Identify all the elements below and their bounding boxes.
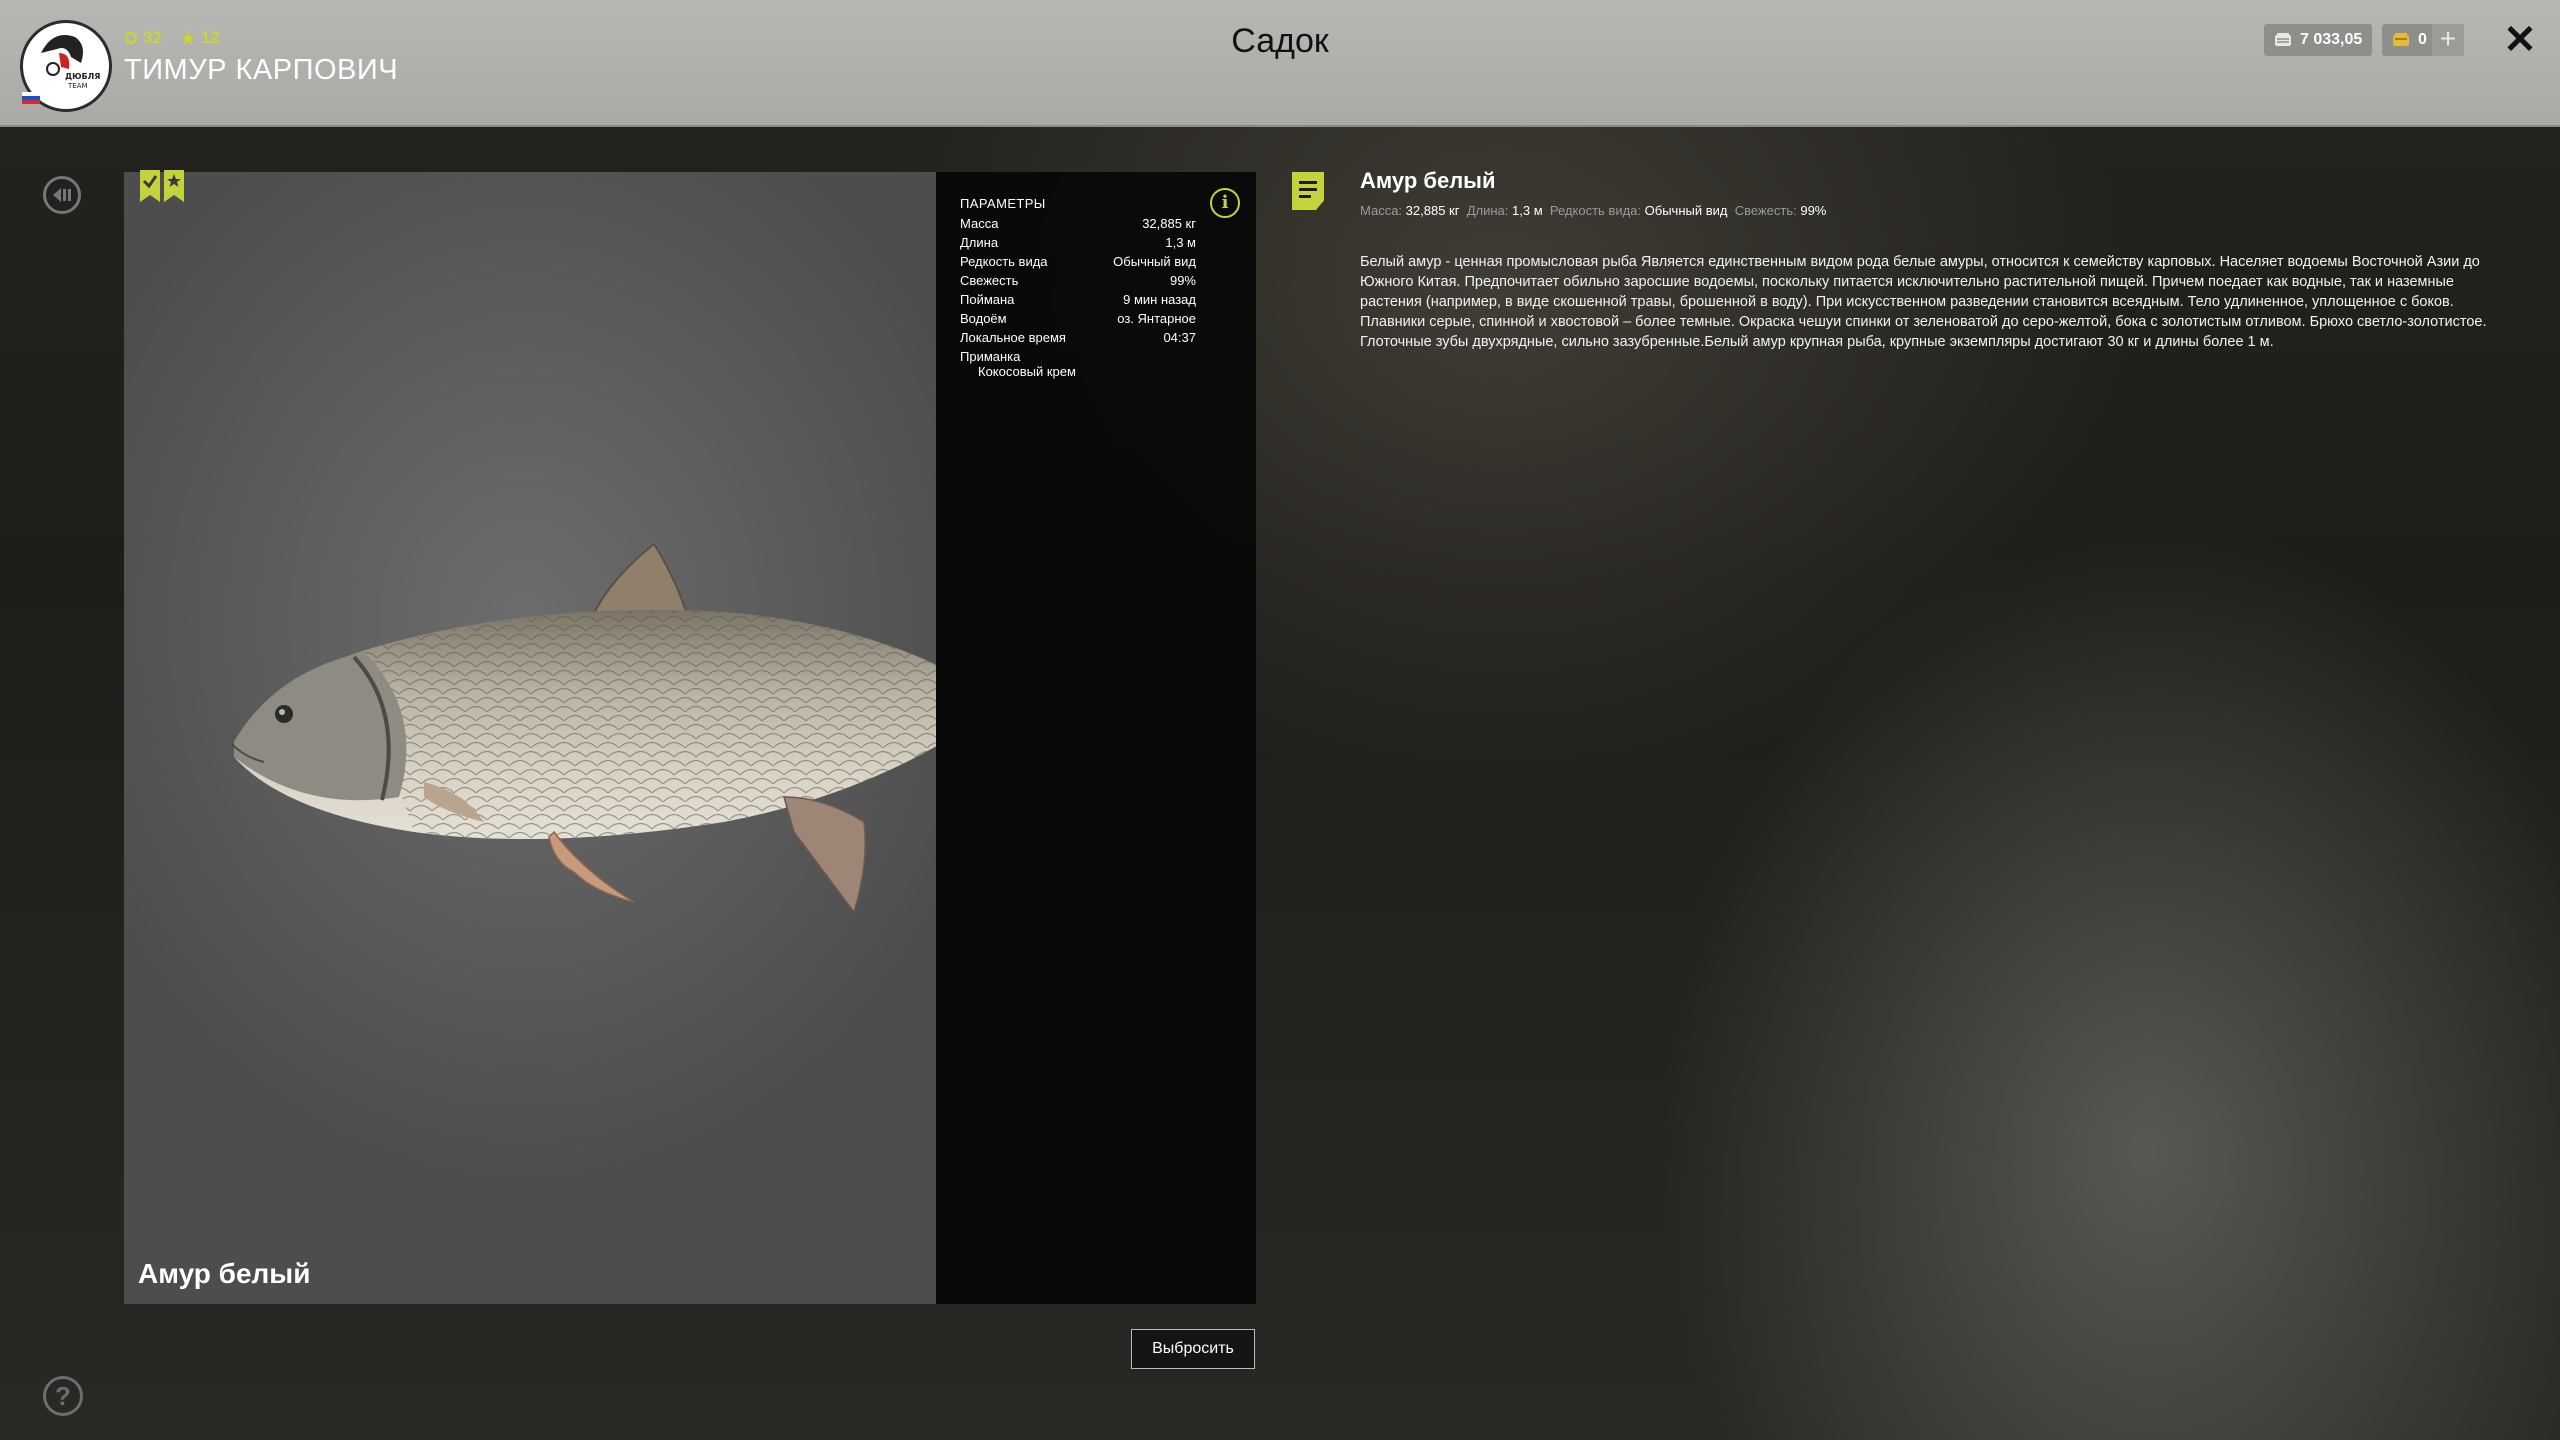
meta-length-value: 1,3 м <box>1512 203 1543 218</box>
meta-mass-value: 32,885 кг <box>1405 203 1460 218</box>
param-row: Локальное время 04:37 <box>960 330 1196 345</box>
param-label: Локальное время <box>960 330 1066 345</box>
param-row: Водоём оз. Янтарное <box>960 311 1196 326</box>
back-button[interactable] <box>43 176 81 214</box>
check-ribbon-icon <box>140 170 160 202</box>
param-row: Поймана 9 мин назад <box>960 292 1196 307</box>
param-row: Свежесть 99% <box>960 273 1196 288</box>
info-icon[interactable]: i <box>1210 188 1240 218</box>
param-row: Длина 1,3 м <box>960 235 1196 250</box>
country-flag-icon <box>22 92 40 104</box>
meta-freshness-label: Свежесть: <box>1734 203 1797 218</box>
param-value: оз. Янтарное <box>1117 311 1196 326</box>
bait-value: Кокосовый крем <box>978 364 1076 379</box>
param-label: Длина <box>960 235 999 250</box>
bait-label: Приманка <box>960 349 1021 364</box>
close-button[interactable]: ✕ <box>2500 20 2540 60</box>
fish-preview <box>124 172 936 1304</box>
gold-balance: 0 <box>2382 24 2437 56</box>
description-title: Амур белый <box>1360 168 1496 193</box>
top-bar: ДЮБЛЯ TEAM 32 12 ТИМУР КАРПОВИЧ Садок 7 … <box>0 0 2560 127</box>
param-value: 1,3 м <box>1165 235 1196 250</box>
gold-icon <box>2393 33 2409 46</box>
meta-freshness-value: 99% <box>1800 203 1827 218</box>
meta-length-label: Длина: <box>1466 203 1509 218</box>
avatar-text-2: TEAM <box>67 82 88 90</box>
discard-button[interactable]: Выбросить <box>1131 1329 1255 1369</box>
back-arrow-icon <box>53 188 71 202</box>
money-balance: 7 033,05 <box>2264 24 2373 56</box>
param-value: 32,885 кг <box>1142 216 1196 231</box>
meta-rarity-value: Обычный вид <box>1644 203 1728 218</box>
star-ribbon-icon <box>164 170 184 202</box>
meta-mass-label: Масса: <box>1360 203 1403 218</box>
param-value: Обычный вид <box>1113 254 1196 269</box>
description-meta: Масса: 32,885 кг Длина: 1,3 м Редкость в… <box>1360 203 1826 218</box>
bait-row: Приманка <box>960 349 1196 364</box>
grass-carp-image <box>231 542 936 914</box>
param-row: Редкость вида Обычный вид <box>960 254 1196 269</box>
param-label: Свежесть <box>960 273 1019 288</box>
param-label: Водоём <box>960 311 1007 326</box>
gold-value: 0 <box>2418 31 2427 48</box>
param-row: Масса 32,885 кг <box>960 216 1196 231</box>
param-value: 99% <box>1169 273 1196 288</box>
achievement-badges <box>140 170 184 202</box>
avatar-text-1: ДЮБЛЯ <box>65 72 100 81</box>
param-value: 9 мин назад <box>1123 292 1196 307</box>
param-label: Масса <box>960 216 999 231</box>
money-value: 7 033,05 <box>2300 31 2363 48</box>
fish-name-caption: Амур белый <box>138 1258 311 1289</box>
description-note-icon <box>1292 172 1324 210</box>
description-text: Белый амур - ценная промысловая рыба Явл… <box>1360 254 2487 350</box>
money-icon <box>2275 33 2291 46</box>
page-title: Садок <box>1231 22 1329 60</box>
param-label: Редкость вида <box>960 254 1048 269</box>
param-label: Поймана <box>960 292 1015 307</box>
parameters-title: ПАРАМЕТРЫ <box>960 196 1046 211</box>
help-button[interactable]: ? <box>43 1376 83 1416</box>
add-currency-button[interactable]: + <box>2432 24 2464 56</box>
meta-rarity-label: Редкость вида: <box>1549 203 1642 218</box>
parameters-panel: ПАРАМЕТРЫ i Масса 32,885 кг Длина 1,3 м … <box>936 172 1256 1304</box>
param-value: 04:37 <box>1163 330 1196 345</box>
